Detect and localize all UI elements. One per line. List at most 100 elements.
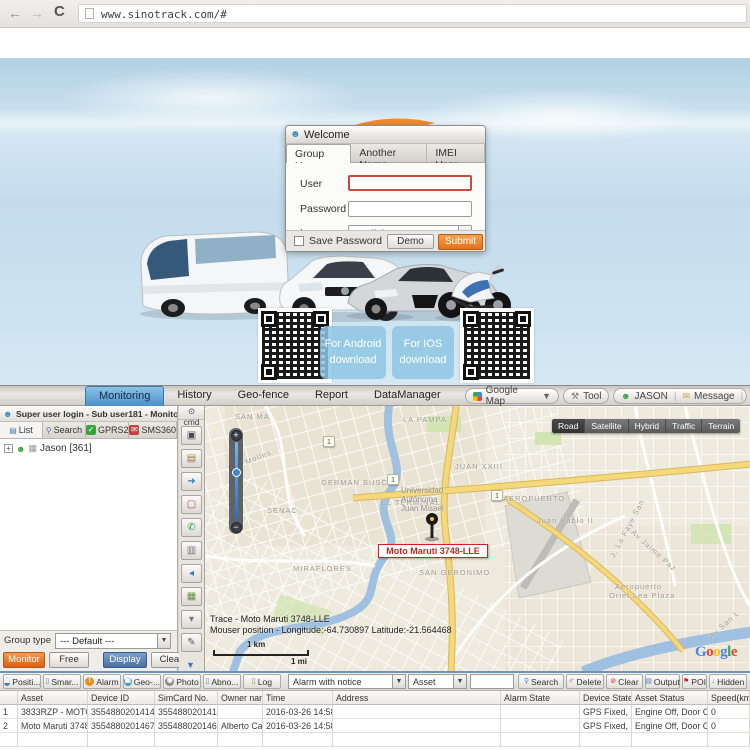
delete-button[interactable]: ✐Delete (566, 674, 604, 689)
user-input[interactable] (348, 175, 472, 191)
sidebar-tab-list[interactable]: ▤List (0, 422, 43, 438)
bottom-tab-positi[interactable]: ▦Positi... (3, 674, 41, 689)
map-zoom-slider[interactable]: + − (229, 428, 243, 534)
map-type-hybrid[interactable]: Hybrid (629, 419, 667, 433)
login-tab-imei-user[interactable]: IMEI User (427, 144, 485, 162)
bottom-tab-alarm[interactable]: !Alarm (83, 674, 121, 689)
column-header[interactable]: Address (333, 691, 501, 705)
column-header[interactable]: Time (263, 691, 333, 705)
message-button[interactable]: Message (694, 391, 735, 402)
tree-item-jason[interactable]: + ☻ ▦ Jason [361] (4, 443, 92, 454)
map-type-road[interactable]: Road (552, 419, 585, 433)
back-icon[interactable]: ← (8, 5, 22, 21)
map-type-satellite[interactable]: Satellite (585, 419, 628, 433)
sidebar-tab-sms360[interactable]: ✉SMS360 (129, 422, 177, 438)
password-input[interactable] (348, 201, 472, 217)
filter-input[interactable] (470, 674, 514, 689)
map-canvas[interactable]: SAN MALA PAMPALos MollesSENACGERMAN BUSC… (205, 406, 750, 671)
zoom-handle[interactable] (232, 468, 241, 477)
chevron-down-icon[interactable]: ▼ (157, 634, 170, 648)
column-header[interactable]: Asset (18, 691, 88, 705)
save-password-checkbox[interactable] (294, 236, 304, 246)
tool-button[interactable]: ⚒ Tool (563, 388, 609, 404)
display-button[interactable]: Display (103, 652, 147, 668)
chevron-down-icon[interactable]: ▼ (453, 675, 466, 688)
cmd-tool-1-button[interactable]: ▣ (181, 426, 202, 445)
sidebar-tab-search[interactable]: ⚲Search (43, 422, 86, 438)
bottom-tab-photo[interactable]: ◉Photo (163, 674, 201, 689)
url-text[interactable]: www.sinotrack.com/# (101, 8, 227, 21)
free-button[interactable]: Free (49, 652, 89, 668)
table-row-empty[interactable] (0, 733, 750, 747)
cmd-tool-7-button[interactable]: ◂ (181, 564, 202, 583)
clear-button[interactable]: ⊘Clear (606, 674, 643, 689)
ios-download-button[interactable]: For IOS download (392, 326, 454, 379)
action-button-label: Delete (577, 677, 602, 687)
hidden-button[interactable]: ↓Hidden (709, 674, 747, 689)
bottom-tab-smar[interactable]: ▯Smar... (43, 674, 81, 689)
login-tab-another-name[interactable]: Another Name (351, 144, 427, 162)
reload-icon[interactable]: C (54, 3, 65, 20)
cmd-tool-10-button[interactable]: ✎ (181, 633, 202, 652)
submit-button[interactable]: Submit (438, 234, 483, 250)
column-header[interactable]: Device ID (88, 691, 155, 705)
user-name[interactable]: JASON (634, 391, 667, 402)
expander-icon[interactable]: + (4, 444, 13, 453)
marker-label[interactable]: Moto Maruti 3748-LLE (378, 544, 488, 558)
table-row[interactable]: 2Moto Maruti 3748-LL35548802014676935548… (0, 719, 750, 733)
column-header[interactable]: SimCard No. (155, 691, 218, 705)
nav-tab-history[interactable]: History (164, 386, 224, 406)
cmd-tool-2-button[interactable]: ▤ (181, 449, 202, 468)
demo-button[interactable]: Demo (387, 234, 434, 249)
forward-icon[interactable]: → (30, 5, 44, 21)
zoom-in-icon[interactable]: + (231, 430, 242, 441)
chevron-down-icon[interactable]: ▼ (542, 391, 551, 401)
column-header[interactable]: Alarm State (501, 691, 580, 705)
table-cell (333, 705, 501, 719)
column-header[interactable]: Device State (580, 691, 632, 705)
bottom-tab-abno[interactable]: ▯Abno... (203, 674, 241, 689)
bottom-tab-geo[interactable]: ▣Geo-... (123, 674, 161, 689)
group-type-select[interactable]: --- Default --- ▼ (55, 633, 171, 649)
column-header[interactable]: Asset Status (632, 691, 708, 705)
cmd-header[interactable]: ⊙ cmd (179, 406, 204, 420)
sidebar-tab-gprs2[interactable]: ✓GPRS2 (86, 422, 130, 438)
cmd-tool-8-button[interactable]: ▦ (181, 587, 202, 606)
table-row[interactable]: 13833RZP - MOTO3554880201414083554880201… (0, 705, 750, 719)
map-provider-select[interactable]: Google Map ▼ (465, 388, 559, 404)
asset-filter-select[interactable]: Asset ▼ (408, 674, 467, 689)
nav-tab-geo-fence[interactable]: Geo-fence (225, 386, 302, 406)
android-download-button[interactable]: For Android download (320, 326, 386, 379)
cmd-tool-4-button[interactable]: ▢ (181, 495, 202, 514)
map-type-terrain[interactable]: Terrain (702, 419, 740, 433)
tree-item-label: Jason [361] (40, 443, 92, 454)
chevron-down-icon[interactable]: ▼ (186, 660, 195, 670)
vehicle-marker-icon[interactable] (424, 512, 440, 542)
address-bar[interactable]: www.sinotrack.com/# (78, 4, 747, 23)
nav-tab-monitoring[interactable]: Monitoring (85, 386, 164, 406)
map-status-text: Trace - Moto Maruti 3748-LLE Mouser posi… (210, 614, 452, 636)
nav-tab-report[interactable]: Report (302, 386, 361, 406)
chevron-down-icon[interactable]: ▼ (392, 675, 405, 688)
search-button[interactable]: ⚲Search (518, 674, 564, 689)
table-cell (708, 733, 750, 747)
cmd-tool-6-button[interactable]: ▥ (181, 541, 202, 560)
zoom-track[interactable] (235, 442, 238, 520)
table-cell (501, 719, 580, 733)
cloud (60, 68, 360, 128)
nav-tab-datamanager[interactable]: DataManager (361, 386, 454, 406)
cmd-tool-5-button[interactable]: ✆ (181, 518, 202, 537)
map-type-traffic[interactable]: Traffic (666, 419, 702, 433)
bottom-tab-log[interactable]: ▯Log (243, 674, 281, 689)
zoom-out-icon[interactable]: − (231, 522, 242, 533)
login-tab-group-user[interactable]: Group User (286, 144, 351, 163)
poi-button[interactable]: ⚑POI (682, 674, 707, 689)
alarm-filter-select[interactable]: Alarm with notice ▼ (288, 674, 406, 689)
output-button[interactable]: ▤Output (645, 674, 680, 689)
monitor-button[interactable]: Monitor (3, 652, 45, 668)
cmd-tool-9-button[interactable]: ▾ (181, 610, 202, 629)
column-header[interactable] (0, 691, 18, 705)
cmd-tool-3-button[interactable]: ➜ (181, 472, 202, 491)
column-header[interactable]: Owner name (218, 691, 263, 705)
column-header[interactable]: Speed(km/h) (708, 691, 750, 705)
